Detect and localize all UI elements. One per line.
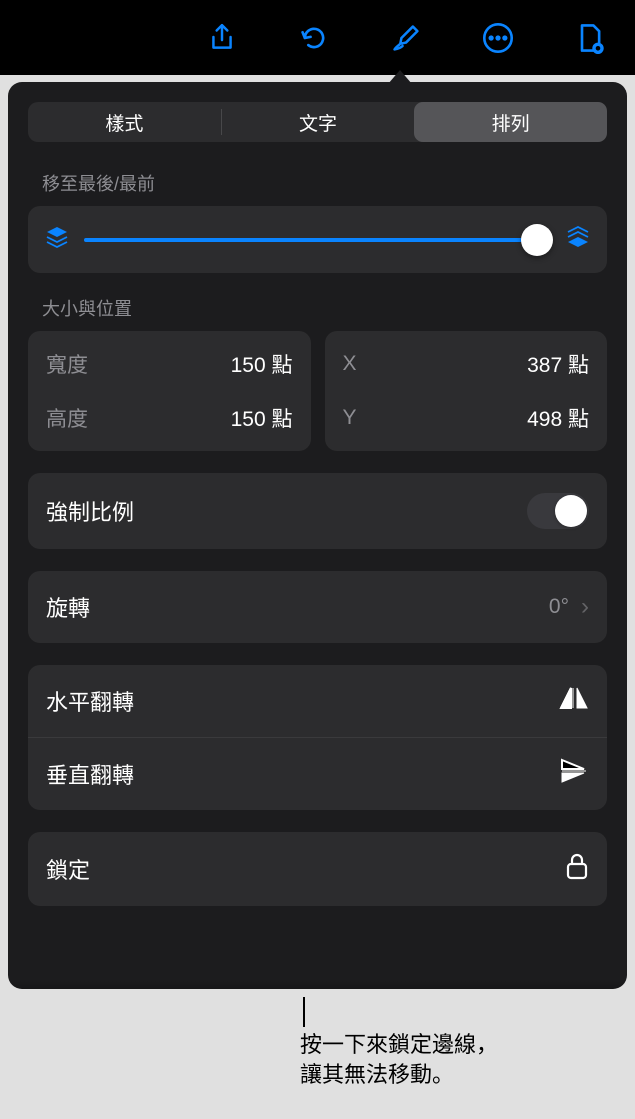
- slider-thumb[interactable]: [521, 224, 553, 256]
- callout-line1: 按一下來鎖定邊線，: [300, 1030, 498, 1060]
- flip-card: 水平翻轉 垂直翻轉: [28, 665, 607, 810]
- x-row[interactable]: X 387 點: [325, 337, 608, 391]
- flip-h-label: 水平翻轉: [46, 685, 134, 717]
- height-row[interactable]: 高度 150 點: [28, 391, 311, 445]
- popover-arrow: [388, 70, 412, 84]
- size-column: 寬度 150 點 高度 150 點: [28, 331, 311, 451]
- callout-text: 按一下來鎖定邊線， 讓其無法移動。: [300, 1030, 498, 1089]
- rotate-row[interactable]: 旋轉 0° ›: [28, 571, 607, 643]
- flip-vertical-row[interactable]: 垂直翻轉: [28, 737, 607, 810]
- size-position-grid: 寬度 150 點 高度 150 點 X 387 點 Y 498 點: [28, 331, 607, 451]
- flip-horizontal-icon: [559, 685, 589, 717]
- format-panel: 樣式 文字 排列 移至最後/最前 大小與位置 寬度 150 點 高度 150 點: [8, 82, 627, 989]
- width-label: 寬度: [46, 349, 88, 379]
- y-value: 498 點: [527, 403, 589, 433]
- height-label: 高度: [46, 403, 88, 433]
- move-section-label: 移至最後/最前: [42, 170, 607, 196]
- constrain-switch[interactable]: [527, 493, 589, 529]
- tab-style[interactable]: 樣式: [28, 102, 221, 142]
- undo-icon[interactable]: [294, 18, 334, 58]
- width-row[interactable]: 寬度 150 點: [28, 337, 311, 391]
- layers-back-icon: [44, 224, 70, 255]
- height-value: 150 點: [231, 403, 293, 433]
- document-icon[interactable]: [570, 18, 610, 58]
- chevron-right-icon: ›: [581, 593, 589, 621]
- position-column: X 387 點 Y 498 點: [325, 331, 608, 451]
- tab-arrange[interactable]: 排列: [414, 102, 607, 142]
- y-row[interactable]: Y 498 點: [325, 391, 608, 445]
- layer-order-slider-card: [28, 206, 607, 273]
- tab-text[interactable]: 文字: [222, 102, 415, 142]
- width-value: 150 點: [231, 349, 293, 379]
- flip-v-label: 垂直翻轉: [46, 758, 134, 790]
- x-label: X: [343, 352, 357, 376]
- lock-card: 鎖定: [28, 832, 607, 906]
- callout-line2: 讓其無法移動。: [300, 1060, 498, 1090]
- size-section-label: 大小與位置: [42, 295, 607, 321]
- rotate-label: 旋轉: [46, 591, 90, 623]
- lock-row[interactable]: 鎖定: [28, 832, 607, 906]
- y-label: Y: [343, 406, 357, 430]
- constrain-card: 強制比例: [28, 473, 607, 549]
- layer-order-slider[interactable]: [84, 238, 551, 242]
- x-value: 387 點: [527, 349, 589, 379]
- layers-front-icon: [565, 224, 591, 255]
- constrain-label: 強制比例: [46, 495, 134, 527]
- flip-vertical-icon: [559, 758, 589, 790]
- format-brush-icon[interactable]: [386, 18, 426, 58]
- lock-label: 鎖定: [46, 853, 90, 885]
- tab-segmented-control: 樣式 文字 排列: [28, 102, 607, 142]
- lock-icon: [565, 852, 589, 886]
- top-toolbar: [0, 0, 635, 75]
- rotate-value: 0°: [549, 595, 569, 619]
- constrain-proportions-row: 強制比例: [28, 473, 607, 549]
- share-icon[interactable]: [202, 18, 242, 58]
- more-icon[interactable]: [478, 18, 518, 58]
- flip-horizontal-row[interactable]: 水平翻轉: [28, 665, 607, 737]
- callout-leader-line: [303, 997, 305, 1027]
- switch-knob: [555, 495, 587, 527]
- rotate-card: 旋轉 0° ›: [28, 571, 607, 643]
